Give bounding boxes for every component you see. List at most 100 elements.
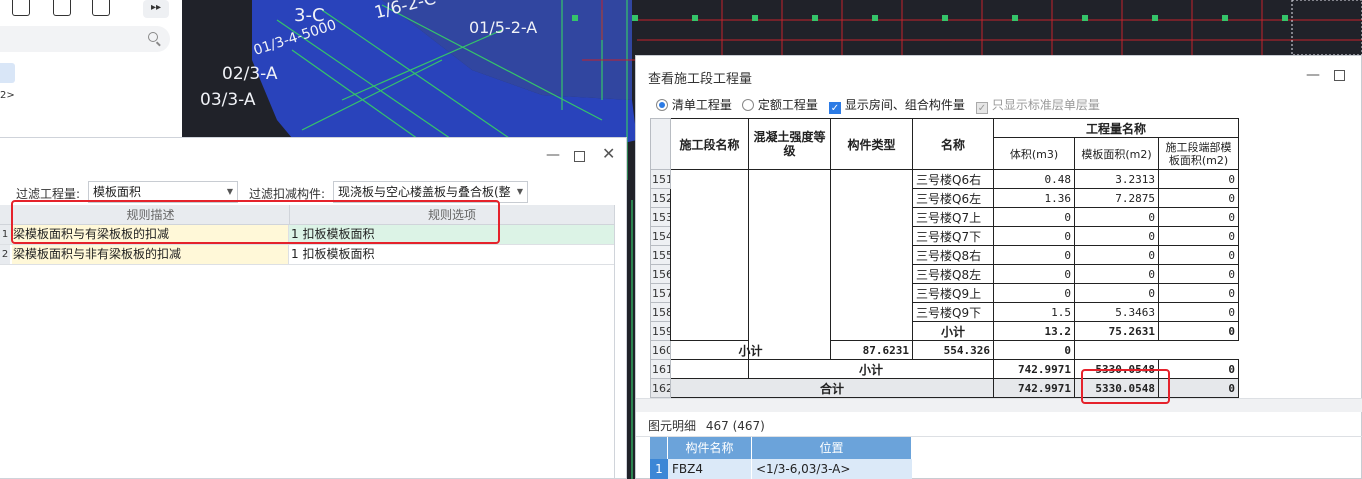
formwork-cell[interactable]: 7.2875 (1074, 188, 1159, 208)
delete-icon[interactable] (12, 0, 30, 16)
col-header-concrete[interactable]: 混凝土强度等级 (748, 118, 831, 170)
minimize-icon[interactable]: — (546, 148, 560, 162)
formwork-cell[interactable]: 0 (1074, 283, 1159, 303)
end-formwork-cell[interactable]: 0 (1157, 264, 1240, 284)
detail-position-cell[interactable]: <1/3-6,03/3-A> (752, 459, 912, 479)
end-formwork-cell[interactable]: 0 (1157, 245, 1240, 265)
end-formwork-cell[interactable]: 0 (1157, 207, 1240, 227)
formwork-cell[interactable]: 0 (1074, 264, 1159, 284)
volume-cell[interactable]: 1.5 (993, 302, 1075, 322)
col-header-name[interactable]: 名称 (912, 118, 994, 170)
subtotal-label: 小计 (912, 321, 994, 341)
volume-cell[interactable]: 13.2 (993, 321, 1075, 341)
detail-name-cell[interactable]: FBZ4 (668, 459, 752, 479)
name-cell[interactable]: 三号楼Q8左 (912, 264, 994, 284)
col-header-segment[interactable]: 施工段名称 (670, 118, 749, 170)
table-row[interactable]: 151三号楼Q6右0.483.23130 (650, 169, 1240, 360)
volume-cell[interactable]: 0 (993, 245, 1075, 265)
end-formwork-cell[interactable]: 0 (993, 340, 1075, 360)
selected-item-marker[interactable] (0, 63, 15, 83)
formwork-cell[interactable]: 5330.0548 (1074, 359, 1159, 379)
formwork-cell[interactable]: 554.326 (912, 340, 994, 360)
dialog-title: 查看施工段工程量 (648, 72, 753, 87)
volume-cell[interactable]: 742.9971 (993, 378, 1075, 398)
filter-qty-select[interactable]: 模板面积 ▼ (88, 181, 238, 203)
comp-type-cell[interactable] (830, 169, 913, 341)
maximize-icon[interactable] (574, 151, 585, 162)
checkmark-icon[interactable]: ✓ (829, 102, 841, 114)
expand-button[interactable]: ▸▸ (143, 0, 169, 18)
col-header-qty-group[interactable]: 工程量名称 (992, 118, 1240, 138)
col-header-formwork[interactable]: 模板面积(m2) (1074, 137, 1159, 170)
paste-icon[interactable] (92, 0, 110, 16)
rule-desc-cell[interactable]: 梁模板面积与非有梁板板的扣减 (12, 245, 289, 264)
end-formwork-cell[interactable]: 0 (1157, 169, 1240, 189)
maximize-icon[interactable] (1334, 70, 1345, 81)
checkbox-show-room[interactable]: ✓ 显示房间、组合构件量 (829, 96, 965, 114)
end-formwork-cell[interactable]: 0 (1157, 226, 1240, 246)
minimize-icon[interactable]: — (1306, 68, 1320, 82)
col-header-comp-type[interactable]: 构件类型 (830, 118, 913, 170)
search-icon[interactable] (148, 32, 158, 42)
formwork-cell[interactable]: 0 (1074, 245, 1159, 265)
col-header-desc[interactable]: 规则描述 (12, 205, 290, 225)
col-header-position[interactable]: 位置 (752, 437, 912, 459)
volume-cell[interactable]: 0 (993, 264, 1075, 284)
name-cell[interactable]: 三号楼Q6右 (912, 169, 994, 189)
name-cell[interactable]: 三号楼Q7下 (912, 226, 994, 246)
end-formwork-cell[interactable]: 0 (1157, 302, 1240, 322)
total-row[interactable]: 162合计742.99715330.05480 (650, 378, 1240, 398)
end-formwork-cell[interactable]: 0 (1157, 188, 1240, 208)
volume-cell[interactable]: 742.9971 (993, 359, 1075, 379)
name-cell[interactable]: 三号楼Q6左 (912, 188, 994, 208)
col-header-end-formwork[interactable]: 施工段端部模板面积(m2) (1157, 137, 1240, 170)
detail-count: 467 (467) (705, 419, 765, 433)
copy-icon[interactable] (53, 0, 71, 16)
rule-option-cell[interactable]: 1 扣板模板面积 (290, 225, 615, 244)
table-row[interactable]: 1 梁模板面积与有梁板板的扣减 1 扣板模板面积 (0, 225, 615, 245)
formwork-cell[interactable]: 0 (1074, 207, 1159, 227)
radio-on-icon[interactable] (656, 99, 668, 111)
end-formwork-cell[interactable]: 0 (1157, 359, 1240, 379)
filter-comp-select[interactable]: 现浇板与空心楼盖板与叠合板(整 ▼ (333, 181, 528, 203)
radio-quota-qty[interactable]: 定额工程量 (742, 96, 818, 113)
radio-list-qty[interactable]: 清单工程量 (656, 96, 732, 113)
segment-cell[interactable] (670, 359, 749, 379)
rule-desc-cell[interactable]: 梁模板面积与有梁板板的扣减 (12, 225, 289, 244)
close-icon[interactable]: ✕ (602, 146, 615, 162)
col-header-volume[interactable]: 体积(m3) (993, 137, 1075, 170)
rule-option-cell[interactable]: 1 扣板模板面积 (290, 245, 615, 264)
table-row[interactable]: 2 梁模板面积与非有梁板板的扣减 1 扣板模板面积 (0, 245, 615, 265)
volume-cell[interactable]: 87.6231 (830, 340, 913, 360)
end-formwork-cell[interactable]: 0 (1157, 283, 1240, 303)
horizontal-scrollbar[interactable] (636, 398, 1362, 412)
subtotal-row[interactable]: 161 小计742.99715330.05480 (650, 359, 1240, 379)
name-cell[interactable]: 三号楼Q9上 (912, 283, 994, 303)
volume-cell[interactable]: 1.36 (993, 188, 1075, 208)
formwork-cell[interactable]: 5330.0548 (1074, 378, 1159, 398)
subtotal-row[interactable]: 160小计87.6231554.3260 (650, 340, 1239, 360)
end-formwork-cell[interactable]: 0 (1157, 321, 1240, 341)
formwork-cell[interactable]: 5.3463 (1074, 302, 1159, 322)
col-header-comp-name[interactable]: 构件名称 (668, 437, 752, 459)
volume-cell[interactable]: 0 (993, 207, 1075, 227)
formwork-cell[interactable]: 3.2313 (1074, 169, 1159, 189)
name-cell[interactable]: 三号楼Q7上 (912, 207, 994, 227)
segment-cell[interactable] (670, 169, 749, 341)
name-cell[interactable]: 三号楼Q8右 (912, 245, 994, 265)
end-formwork-cell[interactable]: 0 (1157, 378, 1240, 398)
checkbox-standard-floor[interactable]: ✓ 只显示标准层单层量 (976, 96, 1100, 114)
formwork-cell[interactable]: 75.2631 (1074, 321, 1159, 341)
formwork-cell[interactable]: 0 (1074, 226, 1159, 246)
row-number: 161 (650, 359, 671, 379)
tree-arrow[interactable]: 2> (0, 90, 15, 101)
volume-cell[interactable]: 0 (993, 226, 1075, 246)
volume-cell[interactable]: 0.48 (993, 169, 1075, 189)
filter-comp-value: 现浇板与空心楼盖板与叠合板(整 (338, 185, 511, 199)
concrete-cell[interactable] (748, 169, 831, 360)
volume-cell[interactable]: 0 (993, 283, 1075, 303)
search-input[interactable] (0, 26, 170, 52)
radio-off-icon[interactable] (742, 99, 754, 111)
name-cell[interactable]: 三号楼Q9下 (912, 302, 994, 322)
col-header-option[interactable]: 规则选项 (290, 205, 615, 225)
